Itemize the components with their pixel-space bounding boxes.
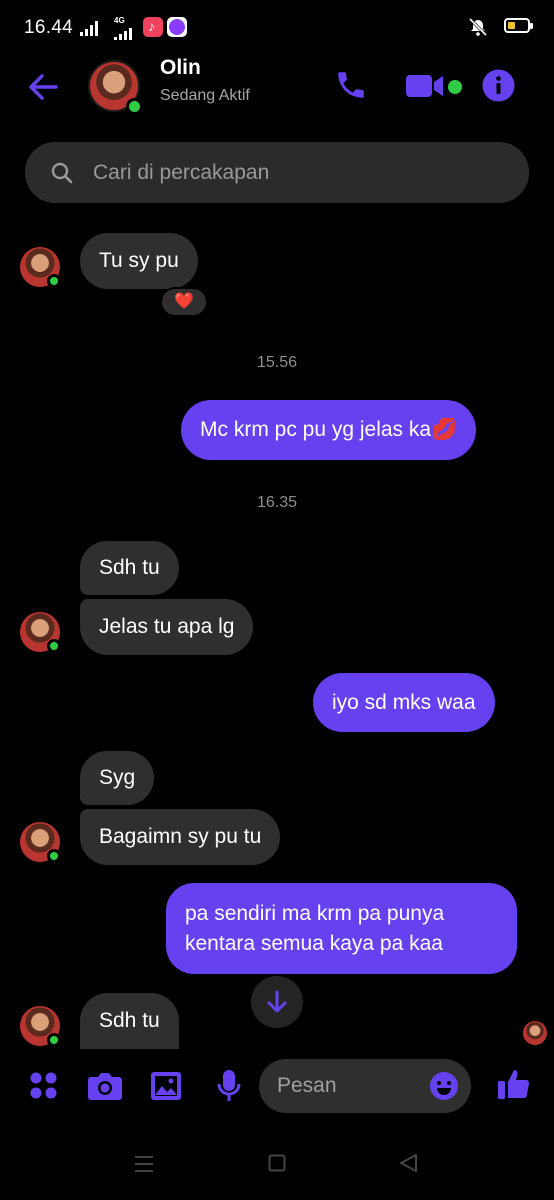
battery-icon xyxy=(504,18,533,33)
search-input[interactable]: Cari di percakapan xyxy=(93,161,269,185)
message-incoming[interactable]: Bagaimn sy pu tu xyxy=(80,809,281,865)
message-incoming[interactable]: Jelas tu apa lg xyxy=(80,599,254,655)
search-bar[interactable]: Cari di percakapan xyxy=(25,142,529,203)
chat-header: Olin Sedang Aktif xyxy=(0,56,554,122)
online-indicator xyxy=(47,274,61,288)
message-line: pa sendiri ma krm pa punya xyxy=(185,902,445,925)
video-online-dot xyxy=(448,80,462,94)
mute-icon xyxy=(468,17,488,42)
contact-name[interactable]: Olin xyxy=(160,56,201,80)
timestamp: 15.56 xyxy=(256,354,298,371)
message-input[interactable]: Pesan xyxy=(259,1059,471,1113)
message-incoming[interactable]: Syg xyxy=(80,751,155,805)
camera-icon[interactable] xyxy=(87,1071,123,1106)
message-incoming[interactable]: Sdh tu xyxy=(80,541,179,595)
message-composer: Pesan xyxy=(0,1050,554,1124)
mic-icon[interactable] xyxy=(216,1069,242,1108)
back-nav-icon[interactable] xyxy=(398,1153,418,1178)
reaction-heart[interactable]: ❤️ xyxy=(160,287,208,317)
home-icon[interactable] xyxy=(268,1154,286,1177)
messenger-app-icon xyxy=(167,17,187,37)
music-app-icon: ♪ xyxy=(143,17,163,37)
gallery-icon[interactable] xyxy=(150,1071,182,1106)
message-incoming[interactable]: Sdh tu xyxy=(80,993,179,1049)
message-line: kentara semua kaya pa kaa xyxy=(185,932,443,955)
back-arrow-icon[interactable] xyxy=(26,70,60,104)
search-icon xyxy=(51,162,73,189)
contact-status: Sedang Aktif xyxy=(160,87,250,104)
status-time: 16.44 xyxy=(24,17,74,38)
timestamp: 16.35 xyxy=(256,494,298,511)
scroll-down-icon xyxy=(266,990,288,1019)
scroll-down-button[interactable] xyxy=(251,976,303,1028)
online-indicator xyxy=(47,849,61,863)
message-placeholder: Pesan xyxy=(277,1074,337,1097)
video-icon[interactable] xyxy=(406,73,446,104)
message-outgoing[interactable]: Mc krm pc pu yg jelas ka💋 xyxy=(181,400,477,460)
phone-icon[interactable] xyxy=(334,68,368,107)
online-indicator xyxy=(126,98,143,115)
info-icon[interactable] xyxy=(482,69,515,107)
message-incoming[interactable]: Tu sy pu xyxy=(80,233,198,289)
read-receipt-avatar xyxy=(523,1021,547,1045)
status-bar: 16.44 4G ♪ xyxy=(0,0,554,56)
emoji-icon[interactable] xyxy=(429,1071,459,1106)
menu-icon[interactable] xyxy=(134,1155,154,1178)
message-outgoing[interactable]: iyo sd mks waa xyxy=(313,673,495,732)
signal-icon xyxy=(80,20,102,36)
signal-icon-2 xyxy=(114,24,136,40)
online-indicator xyxy=(47,1033,61,1047)
apps-icon[interactable] xyxy=(29,1071,59,1106)
online-indicator xyxy=(47,639,61,653)
message-outgoing[interactable]: pa sendiri ma krm pa punya kentara semua… xyxy=(166,883,517,974)
like-icon[interactable] xyxy=(497,1067,531,1106)
system-nav-bar xyxy=(0,1136,554,1200)
